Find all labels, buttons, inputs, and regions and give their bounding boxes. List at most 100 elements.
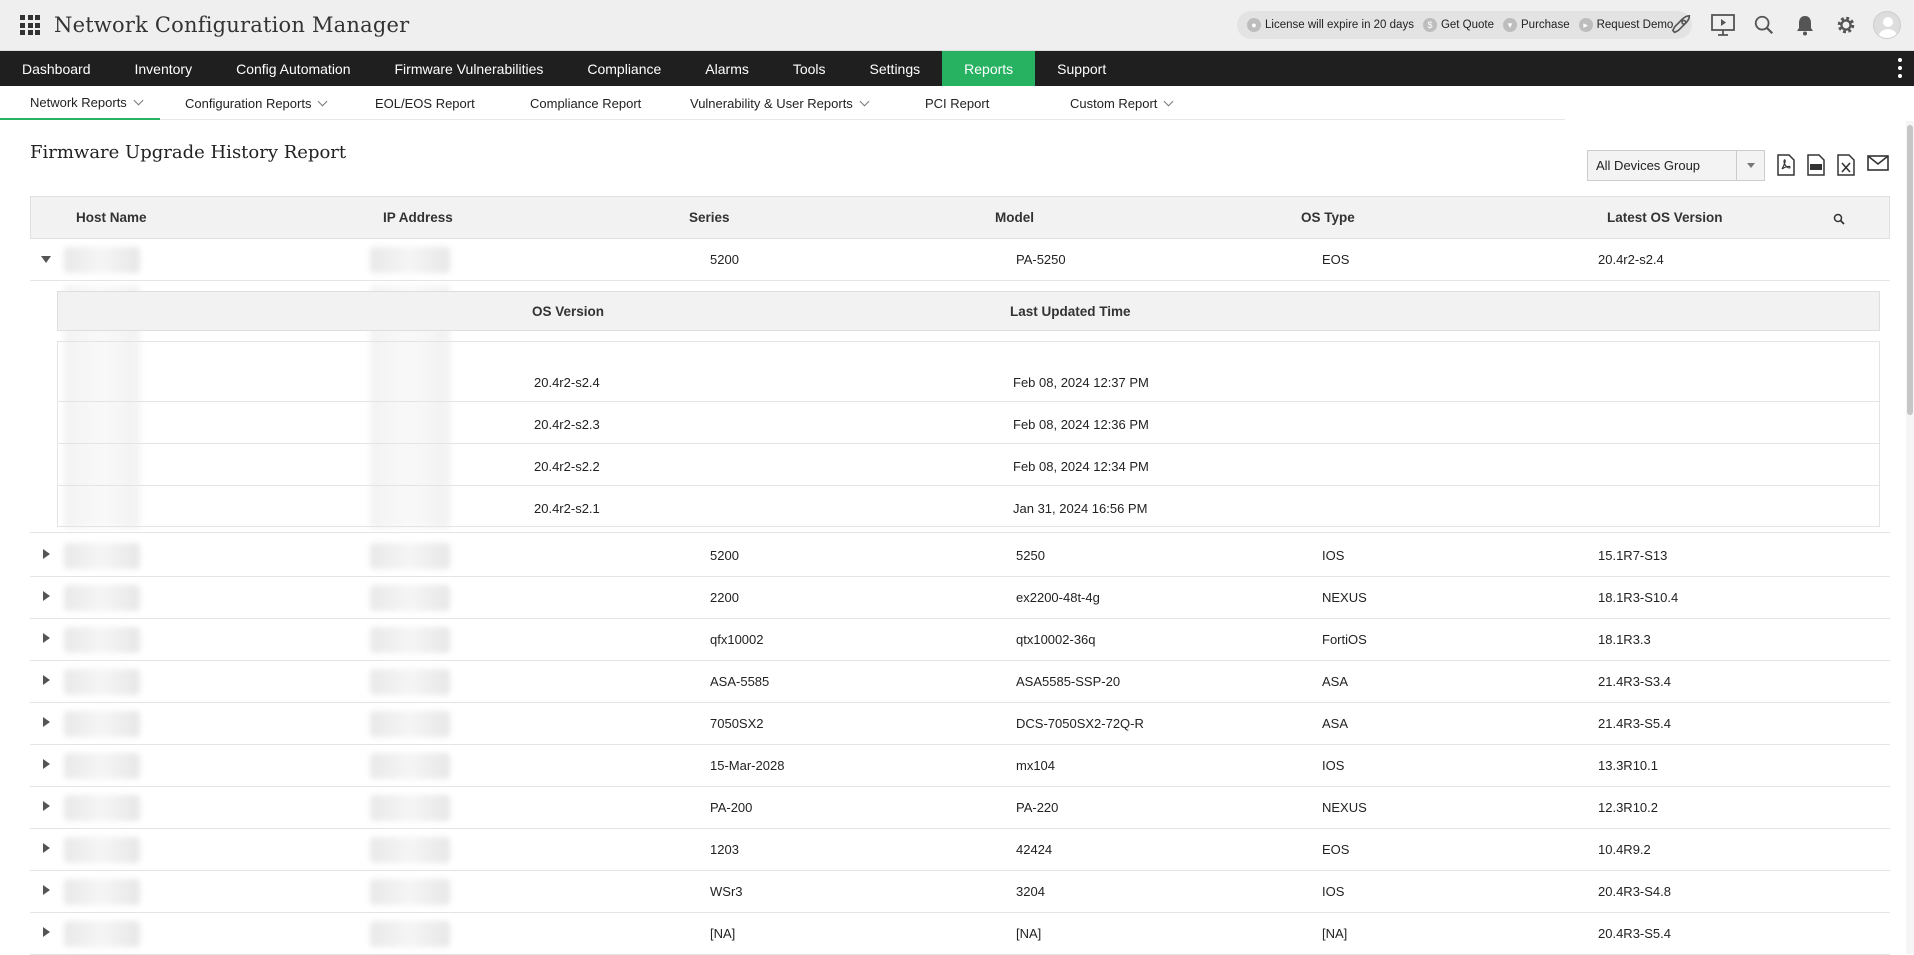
column-header-series[interactable]: Series <box>689 210 730 225</box>
cell-os-type: NEXUS <box>1322 800 1367 815</box>
table-row[interactable]: PA-200 PA-220 NEXUS 12.3R10.2 <box>30 787 1890 829</box>
nav-item-settings[interactable]: Settings <box>848 51 943 86</box>
nav-item-inventory[interactable]: Inventory <box>113 51 215 86</box>
purchase-label: Purchase <box>1521 19 1570 31</box>
cell-os-type: IOS <box>1322 884 1345 899</box>
table-row[interactable]: 15-Mar-2028 mx104 IOS 13.3R10.1 <box>30 745 1890 787</box>
subnav-item-pci-report[interactable]: PCI Report <box>925 86 989 120</box>
presentation-icon[interactable] <box>1708 10 1738 40</box>
table-row[interactable]: 5200 PA-5250 EOS 20.4r2-s2.4 <box>30 239 1890 281</box>
subnav-label: Vulnerability & User Reports <box>690 95 853 111</box>
user-avatar-icon[interactable] <box>1872 10 1902 40</box>
expand-caret-icon[interactable] <box>43 717 50 727</box>
nav-item-compliance[interactable]: Compliance <box>565 51 683 86</box>
expand-caret-icon[interactable] <box>43 675 50 685</box>
ip-address-redacted <box>370 753 450 779</box>
device-group-select[interactable]: All Devices Group <box>1587 150 1765 181</box>
cell-latest: 15.1R7-S13 <box>1598 548 1668 563</box>
gear-icon[interactable] <box>1831 10 1861 40</box>
subnav-item-custom-report[interactable]: Custom Report <box>1070 86 1174 120</box>
mail-icon[interactable] <box>1867 154 1889 176</box>
cell-latest: 21.4R3-S5.4 <box>1598 716 1671 731</box>
table-header: Host Name IP Address Series Model OS Type Lat… <box>30 196 1890 239</box>
cell-latest: 20.4R3-S4.8 <box>1598 884 1671 899</box>
cell-latest: 18.1R3.3 <box>1598 632 1651 647</box>
subnav-item-network-reports[interactable]: Network Reports <box>0 86 160 120</box>
app-title: Network Configuration Manager <box>54 13 410 37</box>
ip-address-redacted <box>370 795 450 821</box>
nav-item-tools[interactable]: Tools <box>771 51 848 86</box>
history-column-last-updated-time[interactable]: Last Updated Time <box>1010 304 1131 319</box>
table-row[interactable]: 7050SX2 DCS-7050SX2-72Q-R ASA 21.4R3-S5.4 <box>30 703 1890 745</box>
cell-series: 2200 <box>710 590 739 605</box>
table-search-icon[interactable] <box>1833 212 1845 230</box>
column-header-ip-address[interactable]: IP Address <box>383 210 453 225</box>
cell-series: [NA] <box>710 926 736 941</box>
cell-series: ASA-5585 <box>710 674 770 689</box>
get-quote-link[interactable]: $ Get Quote <box>1422 18 1494 32</box>
subnav-label: PCI Report <box>925 95 990 111</box>
quote-icon: $ <box>1422 18 1437 32</box>
table-row[interactable]: 1203 42424 EOS 10.4R9.2 <box>30 829 1890 871</box>
cell-model: DCS-7050SX2-72Q-R <box>1016 716 1144 731</box>
expand-caret-icon[interactable] <box>43 759 50 769</box>
cell-model: [NA] <box>1016 926 1042 941</box>
column-header-latest-os-version[interactable]: Latest OS Version <box>1607 210 1723 225</box>
nav-item-dashboard[interactable]: Dashboard <box>0 51 113 86</box>
history-os-version: 20.4r2-s2.1 <box>534 501 600 516</box>
nav-item-firmware-vulnerabilities[interactable]: Firmware Vulnerabilities <box>373 51 566 86</box>
history-column-os-version[interactable]: OS Version <box>532 304 604 319</box>
expand-caret-icon[interactable] <box>43 843 50 853</box>
subnav-item-compliance-report[interactable]: Compliance Report <box>530 86 641 120</box>
demo-icon: ▸ <box>1578 18 1593 32</box>
nav-item-config-automation[interactable]: Config Automation <box>214 51 372 86</box>
table-row[interactable]: qfx10002 qtx10002-36q FortiOS 18.1R3.3 <box>30 619 1890 661</box>
pdf-icon[interactable] <box>1777 154 1795 176</box>
expand-caret-icon[interactable] <box>43 591 50 601</box>
expand-caret-icon[interactable] <box>43 633 50 643</box>
host-name-redacted <box>64 585 140 611</box>
page-scrollbar[interactable] <box>1906 121 1914 954</box>
rocket-icon[interactable] <box>1667 10 1697 40</box>
expand-caret-icon[interactable] <box>43 549 50 559</box>
subnav-item-vulnerability-user-reports[interactable]: Vulnerability & User Reports <box>690 86 870 120</box>
collapse-caret-icon[interactable] <box>41 256 51 263</box>
excel-icon[interactable] <box>1837 154 1855 176</box>
cell-model: qtx10002-36q <box>1016 632 1096 647</box>
nav-item-reports[interactable]: Reports <box>942 51 1036 86</box>
cell-series: 5200 <box>710 252 739 267</box>
license-expiry[interactable]: ● License will expire in 20 days <box>1247 18 1414 32</box>
nav-item-support[interactable]: Support <box>1035 51 1128 86</box>
subnav-item-eol-eos-report[interactable]: EOL/EOS Report <box>375 86 475 120</box>
cell-latest: 20.4R3-S5.4 <box>1598 926 1671 941</box>
csv-icon[interactable] <box>1807 154 1825 176</box>
expand-caret-icon[interactable] <box>43 801 50 811</box>
chevron-down-icon <box>1163 96 1174 106</box>
search-icon[interactable] <box>1749 10 1779 40</box>
nav-item-alarms[interactable]: Alarms <box>683 51 771 86</box>
license-text: License will expire in 20 days <box>1265 19 1414 31</box>
more-vertical-icon[interactable] <box>1898 58 1904 78</box>
purchase-link[interactable]: ▾ Purchase <box>1503 18 1570 32</box>
column-header-os-type[interactable]: OS Type <box>1301 210 1355 225</box>
host-name-redacted <box>64 669 140 695</box>
column-header-model[interactable]: Model <box>995 210 1034 225</box>
table-row[interactable]: ASA-5585 ASA5585-SSP-20 ASA 21.4R3-S3.4 <box>30 661 1890 703</box>
subnav-item-configuration-reports[interactable]: Configuration Reports <box>185 86 328 120</box>
column-header-host-name[interactable]: Host Name <box>76 210 147 225</box>
expand-caret-icon[interactable] <box>43 927 50 937</box>
table-row[interactable]: WSr3 3204 IOS 20.4R3-S4.8 <box>30 871 1890 913</box>
history-os-version: 20.4r2-s2.3 <box>534 417 600 432</box>
cell-series: 1203 <box>710 842 739 857</box>
apps-grid-icon[interactable] <box>20 15 40 35</box>
table-row[interactable]: 2200 ex2200-48t-4g NEXUS 18.1R3-S10.4 <box>30 577 1890 619</box>
expand-caret-icon[interactable] <box>43 885 50 895</box>
table-row[interactable]: 5200 5250 IOS 15.1R7-S13 <box>30 535 1890 577</box>
cell-os-type: IOS <box>1322 758 1345 773</box>
top-bar: Network Configuration Manager ● License … <box>0 0 1914 51</box>
host-name-redacted <box>64 837 140 863</box>
bell-icon[interactable] <box>1790 10 1820 40</box>
table-row[interactable]: [NA] [NA] [NA] 20.4R3-S5.4 <box>30 913 1890 955</box>
cell-model: ex2200-48t-4g <box>1016 590 1100 605</box>
history-row: 20.4r2-s2.3 Feb 08, 2024 12:36 PM <box>58 402 1879 444</box>
